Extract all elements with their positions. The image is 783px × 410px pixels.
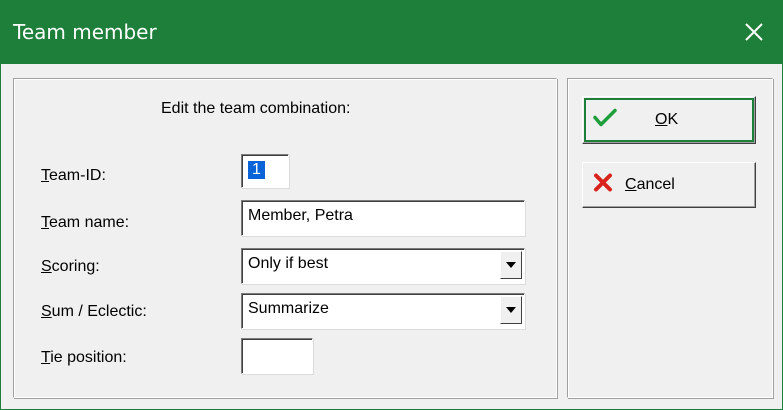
title-bar[interactable]: Team member [1,0,783,64]
team-id-label: Team-ID: [41,167,106,185]
cancel-label: Cancel [625,176,675,194]
team-name-label-accelerator: T [41,214,49,231]
x-icon [593,173,613,198]
cancel-label-text: ancel [636,176,675,193]
ok-button[interactable]: OK [582,96,756,144]
checkmark-icon [593,108,617,133]
team-name-label-text: eam name: [49,214,130,231]
window-title: Team member [13,20,157,44]
team-id-value: 1 [248,161,265,179]
cancel-label-accelerator: C [625,176,637,193]
team-id-label-accelerator: T [41,167,49,184]
sum-eclectic-label: Sum / Eclectic: [41,303,147,321]
tie-position-field[interactable] [241,338,313,374]
team-id-field[interactable]: 1 [241,154,289,188]
close-button[interactable] [724,0,783,64]
tie-position-label-text: ie position: [50,349,127,366]
scoring-label-accelerator: S [41,258,52,275]
sum-eclectic-label-accelerator: S [41,303,52,320]
scoring-label: Scoring: [41,258,100,276]
chevron-down-icon [506,262,516,268]
form-heading: Edit the team combination: [161,100,351,117]
sum-eclectic-dropdown[interactable]: Summarize [241,293,525,329]
team-name-label: Team name: [41,214,129,232]
ok-label: OK [655,111,678,129]
team-id-label-text: eam-ID: [49,167,106,184]
ok-label-accelerator: O [655,111,668,128]
close-icon [745,23,763,41]
sum-eclectic-value: Summarize [248,300,329,317]
sum-eclectic-label-text: um / Eclectic: [51,303,147,320]
ok-label-text: K [667,111,679,128]
tie-position-label-accelerator: T [41,349,51,366]
scoring-dropdown[interactable]: Only if best [241,248,525,284]
sum-eclectic-dropdown-button[interactable] [500,296,522,324]
cancel-button[interactable]: Cancel [582,162,756,208]
tie-position-label: Tie position: [41,349,127,367]
scoring-dropdown-button[interactable] [500,251,522,279]
chevron-down-icon [506,307,516,313]
dialog-window: Team member Edit the team combination: T… [0,0,783,410]
team-name-value: Member, Petra [248,207,353,224]
scoring-label-text: coring: [51,258,100,275]
team-name-field[interactable]: Member, Petra [241,200,525,236]
scoring-value: Only if best [248,255,329,272]
